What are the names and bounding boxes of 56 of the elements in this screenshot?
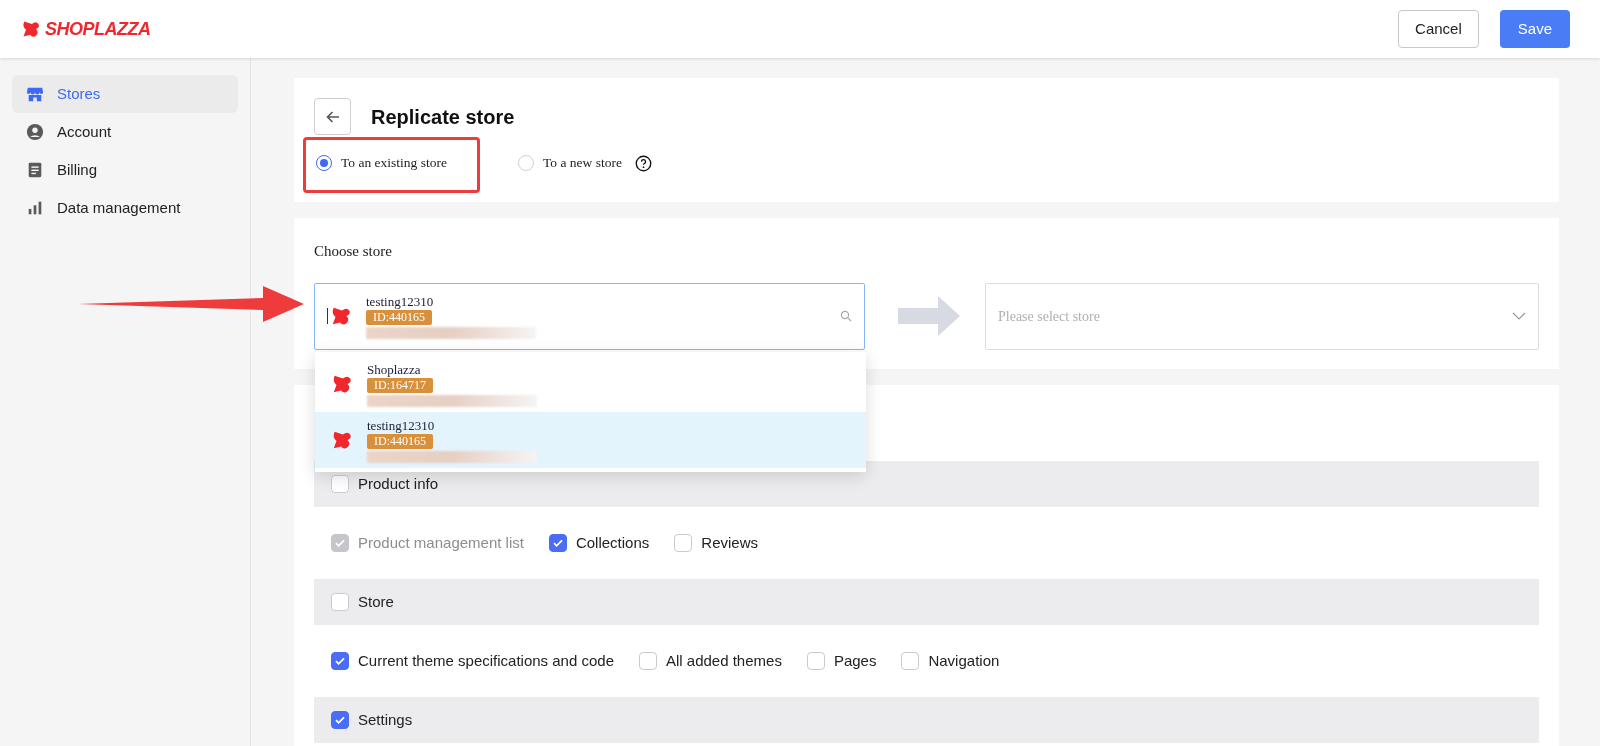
cancel-button[interactable]: Cancel	[1398, 10, 1479, 48]
checkbox[interactable]	[639, 652, 657, 670]
save-button[interactable]: Save	[1499, 10, 1570, 48]
back-button[interactable]	[314, 98, 351, 135]
section-label: Settings	[358, 709, 413, 730]
store-logo-icon	[331, 429, 353, 451]
option-label: Reviews	[701, 532, 758, 553]
check-icon	[551, 537, 564, 549]
store-id-tag: ID:440165	[367, 433, 433, 449]
checkbox[interactable]	[331, 652, 349, 670]
store-icon	[26, 85, 44, 103]
checkbox[interactable]	[331, 711, 349, 729]
store-option[interactable]: Shoplazza ID:164717	[315, 356, 866, 412]
chevron-down-icon	[1512, 311, 1526, 321]
section-label: Store	[358, 591, 394, 612]
sidebar-item[interactable]: Billing	[12, 151, 238, 189]
bar-chart-icon	[26, 199, 44, 217]
store-logo-icon	[330, 305, 352, 327]
checkbox[interactable]	[331, 475, 349, 493]
check-icon	[334, 714, 346, 726]
store-logo-icon	[331, 373, 353, 395]
sidebar-item[interactable]: Stores	[12, 75, 238, 113]
choose-store-label: Choose store	[314, 242, 393, 261]
sidebar-item[interactable]: Data management	[12, 189, 238, 227]
store-search-field[interactable]: testing12310 ID:440165	[314, 282, 865, 350]
logo-text: SHOPLAZZA	[45, 17, 151, 41]
right-arrow-icon	[898, 296, 960, 336]
store-name: testing12310	[367, 417, 435, 434]
store-id-tag: ID:164717	[367, 377, 433, 393]
store-name: testing12310	[366, 293, 434, 310]
checkbox[interactable]	[548, 534, 567, 552]
select-placeholder: Please select store	[998, 307, 1100, 326]
check-icon	[334, 655, 346, 667]
account-icon	[26, 123, 44, 141]
option-label: Navigation	[928, 650, 1000, 671]
document-icon	[26, 161, 44, 179]
radio-label: To a new store	[543, 154, 622, 172]
radio-label: To an existing store	[341, 154, 447, 172]
option-label: Collections	[575, 532, 650, 553]
option-label: Product management list	[358, 532, 524, 553]
checkbox[interactable]	[806, 652, 825, 670]
checkbox[interactable]	[901, 652, 920, 670]
checkbox[interactable]	[674, 534, 693, 552]
store-name: Shoplazza	[367, 361, 421, 378]
checkbox[interactable]	[331, 593, 349, 611]
search-icon	[840, 310, 852, 322]
section-label: Product info	[358, 473, 439, 494]
store-id-tag: ID:440165	[366, 309, 432, 325]
option-label: All added themes	[666, 650, 782, 671]
sidebar-item[interactable]: Account	[12, 113, 238, 151]
page-title: Replicate store	[371, 104, 515, 130]
check-icon	[334, 537, 346, 549]
option-label: Current theme specifications and code	[358, 650, 614, 671]
option-label: Pages	[833, 650, 877, 671]
logo-icon	[21, 19, 41, 39]
store-option[interactable]: testing12310 ID:440165	[315, 412, 866, 468]
